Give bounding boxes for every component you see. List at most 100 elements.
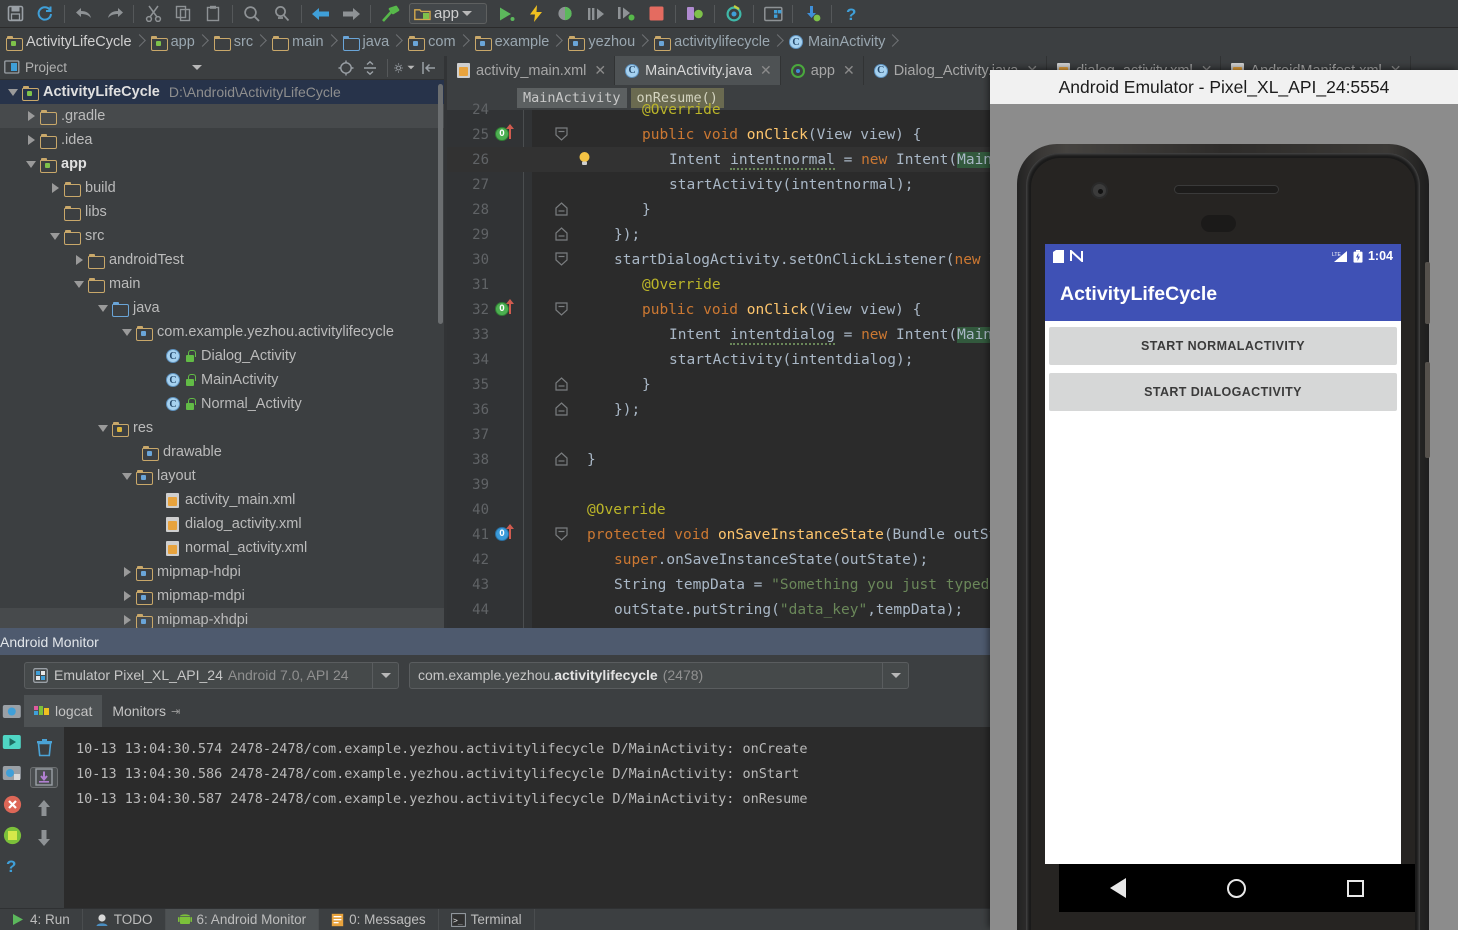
collapse-all-icon[interactable] xyxy=(359,58,381,78)
find-replace-icon[interactable] xyxy=(267,1,297,27)
fold-end-icon[interactable] xyxy=(555,227,568,241)
override-marker-icon[interactable]: O xyxy=(495,127,509,141)
tree-item-dialog-activity[interactable]: C Dialog_Activity xyxy=(0,344,444,368)
twisty-right-icon[interactable] xyxy=(22,104,40,128)
fold-end-icon[interactable] xyxy=(555,202,568,216)
screen-viewport[interactable]: LTE 1:04 ActivityLifeCycle START NORMALA… xyxy=(1045,244,1401,864)
target-icon[interactable] xyxy=(335,58,357,78)
help-icon[interactable]: ? xyxy=(836,1,866,27)
statusbar-android-monitor[interactable]: 6: Android Monitor xyxy=(165,908,320,930)
tree-item-gradle[interactable]: .gradle xyxy=(0,104,444,128)
up-arrow-icon[interactable] xyxy=(30,798,58,818)
tree-item-layout[interactable]: layout xyxy=(0,464,444,488)
tree-item-mipmap-xhdpi[interactable]: mipmap-xhdpi xyxy=(0,608,444,628)
project-tree[interactable]: ActivityLifeCycle D:\Android\ActivityLif… xyxy=(0,80,444,628)
terminate-icon[interactable] xyxy=(1,793,23,815)
project-tree-scrollbar[interactable] xyxy=(438,84,443,324)
tree-item-java[interactable]: java xyxy=(0,296,444,320)
detach-icon[interactable]: ⇥ xyxy=(171,705,180,718)
override-marker-icon[interactable]: O xyxy=(495,527,509,541)
tree-item-activity-main-xml[interactable]: activity_main.xml xyxy=(0,488,444,512)
tree-item-src[interactable]: src xyxy=(0,224,444,248)
breadcrumb-item-activitylifecycle[interactable]: activitylifecycle xyxy=(648,28,773,56)
twisty-right-icon[interactable] xyxy=(22,128,40,152)
gc-icon[interactable] xyxy=(1,824,23,846)
tree-item-androidtest[interactable]: androidTest xyxy=(0,248,444,272)
twisty-down-icon[interactable] xyxy=(94,296,112,320)
override-marker-icon[interactable]: O xyxy=(495,302,509,316)
stop-icon[interactable] xyxy=(641,1,671,27)
run-icon[interactable] xyxy=(491,1,521,27)
tree-item-app[interactable]: app xyxy=(0,152,444,176)
down-arrow-icon[interactable] xyxy=(30,828,58,848)
android-emulator-window[interactable]: Android Emulator - Pixel_XL_API_24:5554 xyxy=(990,70,1458,930)
back-nav-icon[interactable] xyxy=(1109,878,1126,898)
breadcrumb-item-yezhou[interactable]: yezhou xyxy=(562,28,638,56)
sync-gradle-icon[interactable] xyxy=(719,1,749,27)
home-nav-icon[interactable] xyxy=(1226,878,1246,898)
breadcrumb-item-com[interactable]: com xyxy=(402,28,458,56)
trash-icon[interactable] xyxy=(30,737,58,757)
paste-icon[interactable] xyxy=(198,1,228,27)
chevron-down-icon[interactable] xyxy=(192,65,203,70)
logcat-output[interactable]: 10-13 13:04:30.574 2478-2478/com.example… xyxy=(64,727,990,930)
breadcrumb-item-example[interactable]: example xyxy=(469,28,553,56)
statusbar-run[interactable]: 4: Run xyxy=(0,908,83,930)
tree-item-package[interactable]: com.example.yezhou.activitylifecycle xyxy=(0,320,444,344)
build-hammer-icon[interactable] xyxy=(375,1,405,27)
recents-nav-icon[interactable] xyxy=(1347,879,1365,897)
fold-end-icon[interactable] xyxy=(555,452,568,466)
twisty-right-icon[interactable] xyxy=(118,560,136,584)
twisty-down-icon[interactable] xyxy=(4,80,22,104)
twisty-right-icon[interactable] xyxy=(70,248,88,272)
tree-item-idea[interactable]: .idea xyxy=(0,128,444,152)
gear-icon[interactable] xyxy=(394,58,416,78)
tree-item-mipmap-hdpi[interactable]: mipmap-hdpi xyxy=(0,560,444,584)
twisty-right-icon[interactable] xyxy=(46,176,64,200)
tab-activity-main-xml[interactable]: activity_main.xml ✕ xyxy=(447,56,616,85)
tree-item-activitylifecycle[interactable]: ActivityLifeCycle D:\Android\ActivityLif… xyxy=(0,80,444,104)
save-icon[interactable] xyxy=(0,1,30,27)
tab-logcat[interactable]: logcat xyxy=(24,695,103,727)
sync-icon[interactable] xyxy=(30,1,60,27)
close-icon[interactable]: ✕ xyxy=(594,62,606,79)
phone-screen[interactable]: LTE 1:04 ActivityLifeCycle START NORMALA… xyxy=(1045,158,1415,912)
tree-item-mipmap-mdpi[interactable]: mipmap-mdpi xyxy=(0,584,444,608)
debug-icon[interactable] xyxy=(551,1,581,27)
cut-icon[interactable] xyxy=(138,1,168,27)
breadcrumb-item-src[interactable]: src xyxy=(208,28,256,56)
undo-icon[interactable] xyxy=(69,1,99,27)
run-configuration-selector[interactable]: app xyxy=(409,3,487,24)
twisty-right-icon[interactable] xyxy=(118,608,136,628)
twisty-down-icon[interactable] xyxy=(70,272,88,296)
power-button[interactable] xyxy=(1425,262,1430,324)
breadcrumb-item-java[interactable]: java xyxy=(337,28,393,56)
breadcrumb-item-project[interactable]: ActivityLifeCycle xyxy=(0,28,135,56)
breadcrumb-item-main[interactable]: main xyxy=(266,28,326,56)
chevron-down-icon[interactable] xyxy=(372,662,398,688)
layout-inspector-icon[interactable] xyxy=(758,1,788,27)
avd-manager-icon[interactable] xyxy=(680,1,710,27)
start-dialogactivity-button[interactable]: START DIALOGACTIVITY xyxy=(1049,373,1397,411)
tree-item-drawable[interactable]: drawable xyxy=(0,440,444,464)
help-icon[interactable]: ? xyxy=(1,855,23,877)
breadcrumb-item-mainactivity[interactable]: C MainActivity xyxy=(783,28,888,56)
scroll-to-end-icon[interactable] xyxy=(30,767,58,788)
device-selector[interactable]: Emulator Pixel_XL_API_24 Android 7.0, AP… xyxy=(24,661,399,689)
tree-item-mainactivity[interactable]: C MainActivity xyxy=(0,368,444,392)
twisty-down-icon[interactable] xyxy=(22,152,40,176)
tree-item-libs[interactable]: libs xyxy=(0,200,444,224)
tree-item-main[interactable]: main xyxy=(0,272,444,296)
process-selector[interactable]: com.example.yezhou. activitylifecycle (2… xyxy=(409,661,909,689)
attach-debugger-icon[interactable] xyxy=(611,1,641,27)
redo-icon[interactable] xyxy=(99,1,129,27)
forward-icon[interactable] xyxy=(336,1,366,27)
statusbar-todo[interactable]: TODO xyxy=(83,908,166,930)
hide-icon[interactable] xyxy=(418,58,440,78)
twisty-right-icon[interactable] xyxy=(118,584,136,608)
fold-collapse-icon[interactable] xyxy=(555,302,568,316)
statusbar-messages[interactable]: 0: Messages xyxy=(319,908,439,930)
fold-end-icon[interactable] xyxy=(555,377,568,391)
fold-collapse-icon[interactable] xyxy=(555,252,568,266)
tree-item-normal-activity-xml[interactable]: normal_activity.xml xyxy=(0,536,444,560)
